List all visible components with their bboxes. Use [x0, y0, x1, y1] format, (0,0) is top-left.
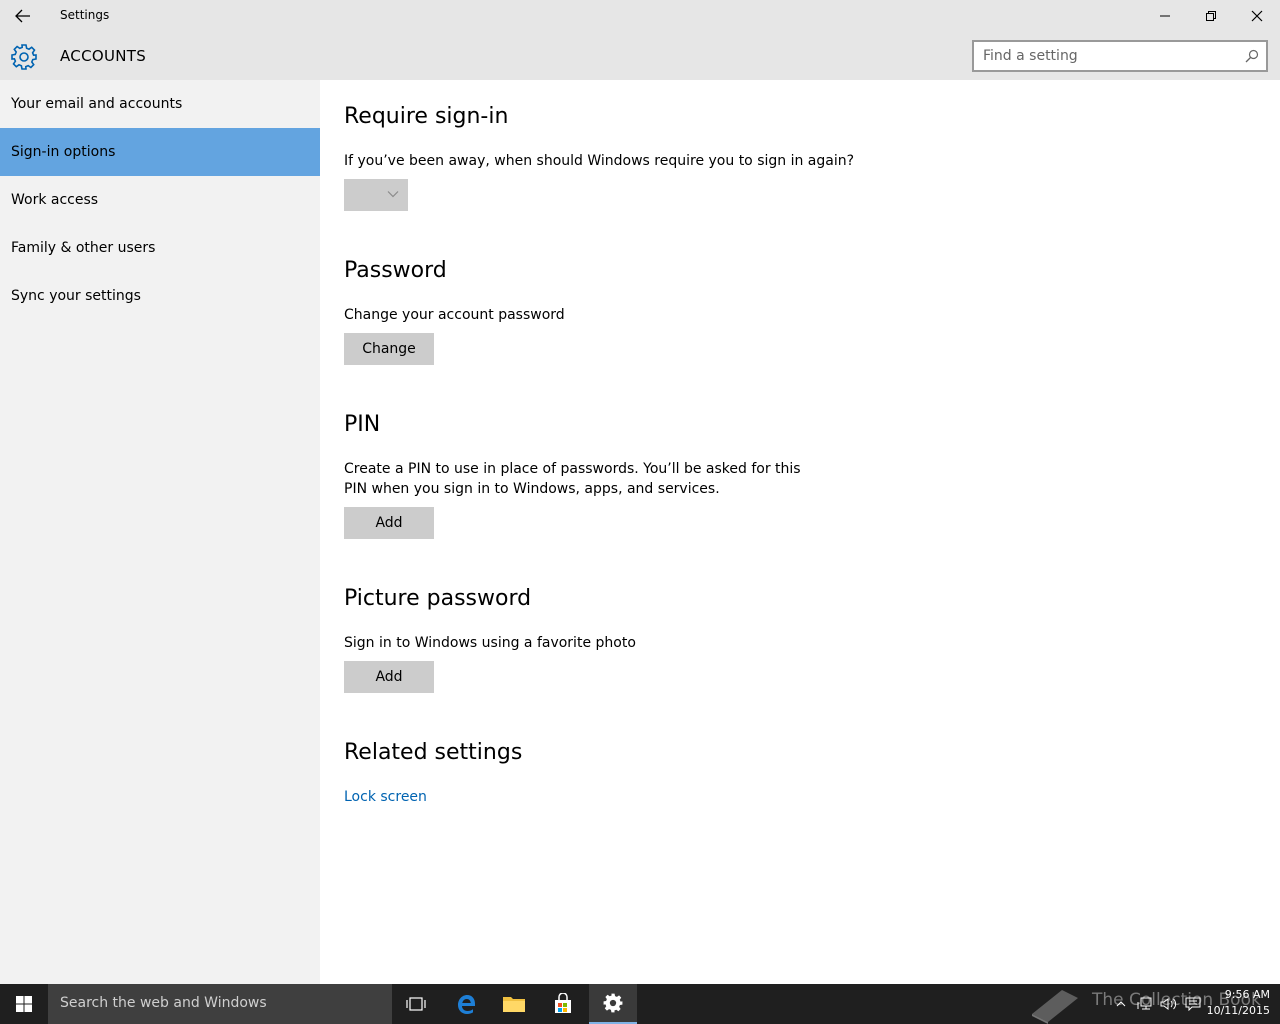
taskbar-clock[interactable]: 9:56 AM 10/11/2015 [1207, 987, 1270, 1019]
sidebar-item-sync-settings[interactable]: Sync your settings [0, 272, 320, 320]
add-picture-password-button[interactable]: Add [344, 661, 434, 693]
sidebar: Your email and accounts Sign-in options … [0, 80, 320, 984]
store-icon [555, 993, 571, 1013]
password-description: Change your account password [344, 307, 565, 323]
notification-icon [1185, 997, 1201, 1011]
require-signin-dropdown[interactable] [344, 179, 408, 211]
add-pin-button[interactable]: Add [344, 507, 434, 539]
lock-screen-link[interactable]: Lock screen [344, 789, 427, 805]
network-button[interactable] [1134, 984, 1156, 1024]
taskbar-search-text: Search the web and Windows [60, 995, 267, 1011]
close-button[interactable] [1234, 0, 1280, 32]
windows-logo-icon [16, 996, 32, 1012]
minimize-button[interactable] [1142, 0, 1188, 32]
require-signin-description: If you’ve been away, when should Windows… [344, 153, 855, 169]
pin-description-line2: PIN when you sign in to Windows, apps, a… [344, 481, 720, 497]
show-hidden-icons-button[interactable] [1112, 984, 1130, 1024]
restore-icon [1206, 11, 1216, 21]
related-settings-heading: Related settings [344, 740, 523, 765]
change-password-button[interactable]: Change [344, 333, 434, 365]
start-button[interactable] [0, 984, 48, 1024]
file-explorer-button[interactable] [490, 984, 538, 1024]
edge-icon [458, 995, 475, 1014]
back-button[interactable] [0, 0, 46, 32]
volume-button[interactable] [1158, 984, 1180, 1024]
volume-icon [1160, 998, 1177, 1010]
close-icon [1251, 10, 1263, 22]
window-title: Settings [60, 8, 110, 22]
sidebar-item-work-access[interactable]: Work access [0, 176, 320, 224]
settings-taskbar-button[interactable] [589, 984, 637, 1024]
main-content: Require sign-in If you’ve been away, whe… [320, 80, 1280, 984]
folder-icon [503, 997, 525, 1012]
edge-button[interactable] [442, 984, 490, 1024]
settings-header: ACCOUNTS [0, 32, 1280, 80]
picture-password-description: Sign in to Windows using a favorite phot… [344, 635, 636, 651]
sidebar-item-email-accounts[interactable]: Your email and accounts [0, 80, 320, 128]
chevron-up-icon [1116, 1001, 1126, 1007]
clock-date: 10/11/2015 [1206, 1004, 1270, 1017]
back-arrow-icon [15, 9, 30, 23]
chevron-down-icon [387, 191, 399, 198]
task-view-icon [406, 997, 426, 1011]
search-input[interactable] [974, 42, 1234, 70]
search-box[interactable] [972, 40, 1268, 72]
task-view-button[interactable] [392, 984, 440, 1024]
title-bar: Settings [0, 0, 1280, 32]
search-icon[interactable] [1245, 49, 1259, 63]
page-title: ACCOUNTS [60, 47, 147, 65]
clock-time: 9:56 AM [1224, 988, 1270, 1001]
network-icon [1137, 997, 1152, 1010]
taskbar-search-box[interactable]: Search the web and Windows [48, 984, 392, 1024]
settings-gear-icon [603, 993, 623, 1013]
pin-heading: PIN [344, 412, 381, 437]
taskbar: Search the web and Windows The Collectio… [0, 984, 1280, 1024]
restore-button[interactable] [1188, 0, 1234, 32]
gear-icon [11, 44, 37, 70]
password-heading: Password [344, 258, 447, 283]
sidebar-item-family-users[interactable]: Family & other users [0, 224, 320, 272]
book-watermark-icon [1032, 990, 1078, 1024]
picture-password-heading: Picture password [344, 586, 532, 611]
store-button[interactable] [539, 984, 587, 1024]
require-signin-heading: Require sign-in [344, 104, 509, 129]
action-center-button[interactable] [1182, 984, 1204, 1024]
pin-description-line1: Create a PIN to use in place of password… [344, 461, 801, 477]
sidebar-item-signin-options[interactable]: Sign-in options [0, 128, 320, 176]
minimize-icon [1160, 15, 1170, 17]
